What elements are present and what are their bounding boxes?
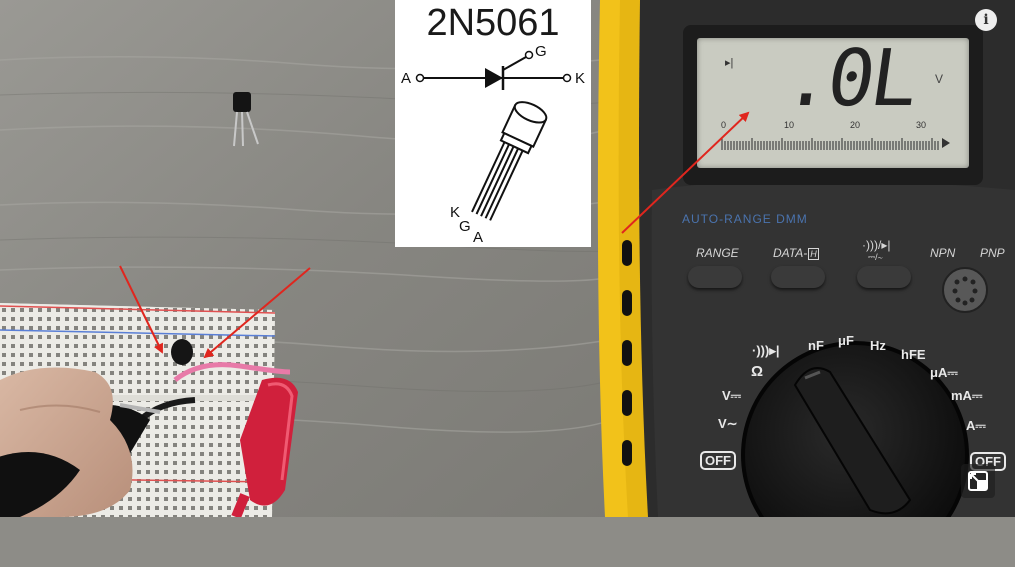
- dial-off-left-label: OFF: [700, 451, 736, 470]
- info-icon: i: [983, 12, 989, 28]
- mode-button-sublabel: ⎓/∼: [868, 252, 883, 262]
- meter-model-label: AUTO-RANGE DMM: [682, 212, 808, 226]
- dial-vac-label: V∼: [718, 416, 738, 431]
- data-button-label: DATA- H: [773, 246, 819, 260]
- rotary-selector-dial[interactable]: [743, 343, 967, 567]
- data-hold-button[interactable]: [771, 266, 825, 288]
- video-info-button[interactable]: i: [975, 9, 997, 31]
- mode-button-label: ·)))/▸|: [862, 238, 891, 252]
- lcd-bargraph: [721, 138, 950, 150]
- multimeter-lcd: ▸| .0L V 0 10 20 30: [697, 34, 969, 168]
- package-pin-g-label: G: [459, 218, 471, 235]
- expand-icon: [968, 471, 988, 491]
- dial-a-label: A⎓: [966, 418, 986, 433]
- mode-button[interactable]: [857, 266, 911, 288]
- to92-package-drawing: [471, 101, 548, 221]
- video-expand-button[interactable]: [961, 464, 995, 498]
- range-button[interactable]: [688, 266, 742, 288]
- dial-ohm-label: Ω: [751, 363, 764, 380]
- dial-ma-label: mA⎓: [951, 388, 983, 403]
- video-frame: 2N5061 A G K K G A ▸| .0L V 0 10 20 30 A…: [0, 0, 1015, 517]
- socket-pnp-label: PNP: [980, 246, 1005, 260]
- scr-info-card: 2N5061 A G K K G A: [395, 0, 591, 247]
- dial-continuity-diode-label: ·)))▸|: [752, 343, 780, 358]
- scr-on-breadboard: [171, 339, 193, 365]
- package-pin-a-label: A: [473, 229, 484, 246]
- dial-vdc-label: V⎓: [722, 388, 742, 403]
- data-hold-badge: H: [808, 248, 819, 260]
- socket-npn-label: NPN: [930, 246, 956, 260]
- range-button-label: RANGE: [696, 246, 739, 260]
- hfe-socket: [942, 267, 988, 313]
